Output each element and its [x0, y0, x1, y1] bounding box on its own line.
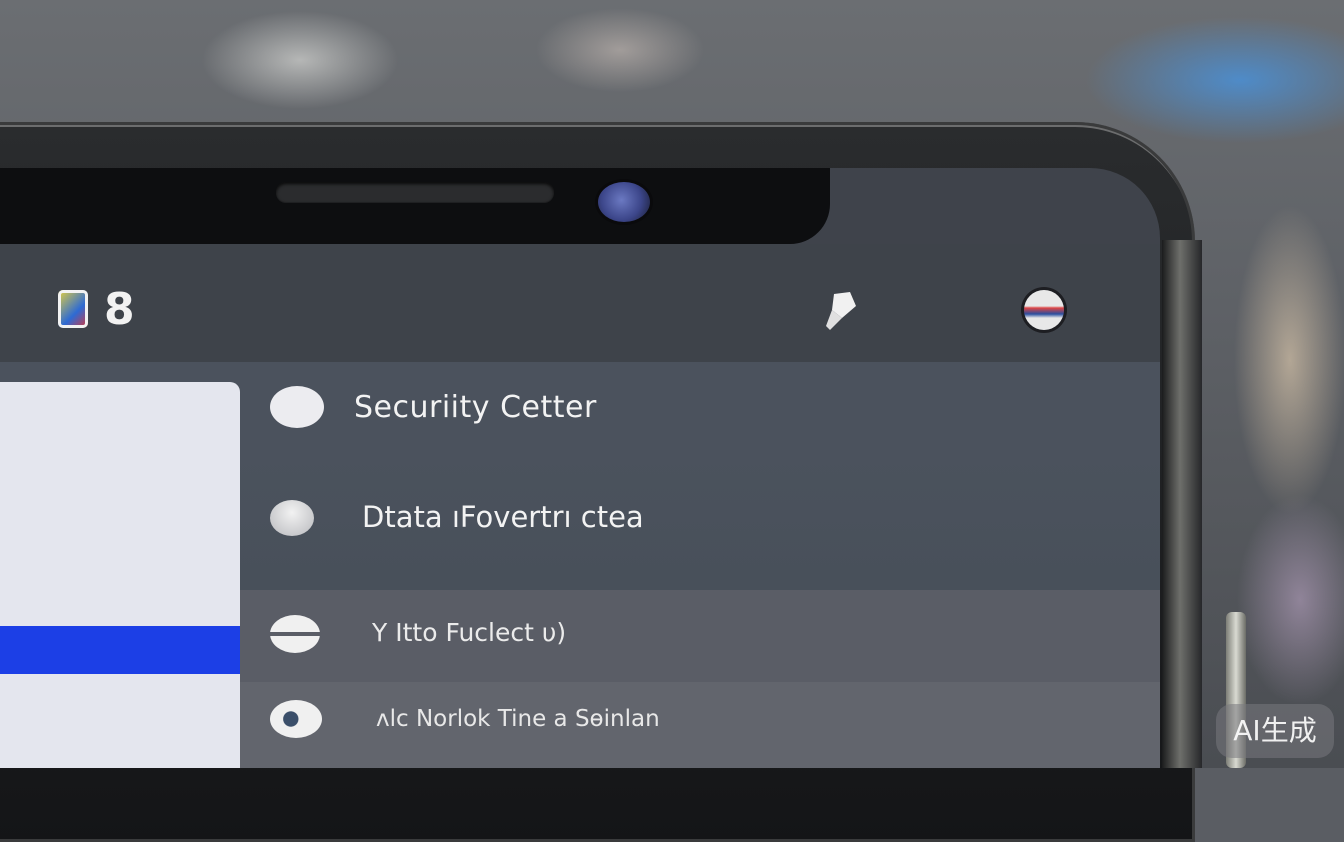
pin-icon: [270, 500, 314, 536]
phone-edge: [1162, 240, 1202, 768]
avatar-icon[interactable]: [1024, 290, 1064, 330]
notch: [0, 168, 830, 244]
side-panel-highlight[interactable]: [0, 626, 240, 674]
eye-icon: [270, 700, 322, 738]
circle-icon: [270, 386, 324, 428]
menu-item-label: ʌlc Norlok Tine a Sɵinlan: [376, 706, 660, 732]
menu-item-security-center[interactable]: Securiity Cetter: [240, 362, 1160, 452]
menu-item-label: Securiity Cetter: [354, 390, 597, 425]
menu-item-protection[interactable]: Υ Itto Fuclect υ): [240, 590, 1160, 682]
watermark: AI生成: [1216, 704, 1334, 758]
status-bar: [0, 244, 1160, 362]
toggle-icon: [270, 615, 320, 653]
speaker-grille: [276, 182, 554, 202]
status-number: 8: [104, 284, 135, 335]
menu-item-label: Dtata ıFovertrı ctea: [362, 500, 644, 534]
menu-item-network-time[interactable]: ʌlc Norlok Tine a Sɵinlan: [240, 682, 1160, 768]
side-panel[interactable]: [0, 382, 240, 768]
menu-item-data-protection[interactable]: Dtata ıFovertrı ctea: [240, 452, 1160, 590]
phone-screen: Securiity Cetter Dtata ıFovertrı ctea Υ …: [0, 168, 1160, 768]
front-camera: [598, 182, 650, 222]
app-icon[interactable]: [58, 290, 88, 328]
brush-icon[interactable]: [820, 288, 860, 332]
menu-item-label: Υ Itto Fuclect υ): [372, 618, 567, 647]
